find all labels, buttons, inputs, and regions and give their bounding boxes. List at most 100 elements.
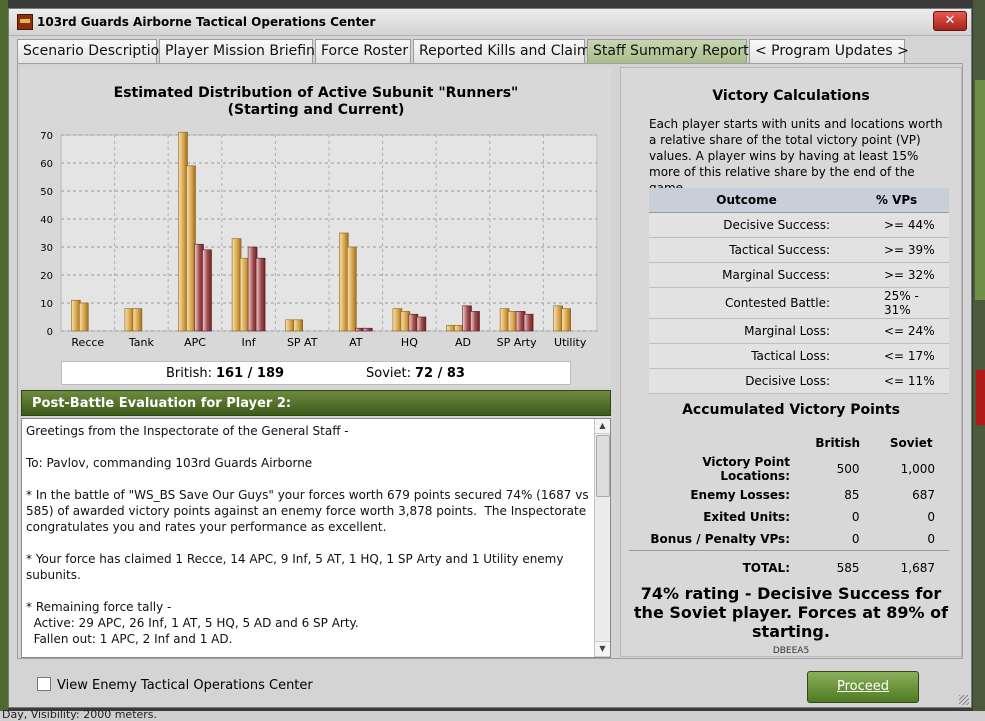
outcome-label: Decisive Loss: [649, 368, 844, 394]
soviet-total-value: 72 / 83 [415, 366, 465, 381]
bar [124, 308, 135, 332]
evaluation-textbox[interactable]: Greetings from the Inspectorate of the G… [21, 418, 611, 658]
app-icon [17, 14, 33, 30]
vp-row-label: Bonus / Penalty VPs: [650, 532, 790, 546]
bar [561, 308, 572, 332]
bar [293, 319, 304, 332]
outcome-label: Marginal Loss: [649, 318, 844, 344]
bar [553, 305, 564, 332]
chart-panel: Estimated Distribution of Active Subunit… [21, 67, 611, 387]
bar [285, 319, 296, 332]
y-tick-label: 10 [40, 299, 53, 310]
tab-staff-summary-report[interactable]: Staff Summary Report [587, 39, 749, 63]
resize-grip-icon[interactable] [959, 695, 969, 705]
evaluation-text: Greetings from the Inspectorate of the G… [26, 424, 589, 646]
bar [454, 325, 464, 332]
tab-scenario-description[interactable]: Scenario Description [17, 39, 168, 63]
window-title: 103rd Guards Airborne Tactical Operation… [37, 15, 376, 29]
british-total-value: 161 / 189 [215, 366, 285, 381]
view-enemy-checkbox[interactable] [37, 677, 51, 691]
background-status: Day, Visibility: 2000 meters. [0, 708, 985, 721]
vp-british: 500 [836, 462, 860, 476]
outcome-row: Tactical Loss: <= 17% [649, 343, 949, 369]
scroll-thumb[interactable] [596, 435, 610, 497]
evaluation-header: Post-Battle Evaluation for Player 2: [21, 390, 611, 416]
accumulated-vp-title: Accumulated Victory Points [682, 402, 900, 418]
outcome-row: Contested Battle: 25% - 31% [649, 287, 949, 319]
bar [354, 327, 365, 332]
background-map-left [0, 0, 8, 721]
y-tick-label: 0 [47, 327, 53, 338]
bar [70, 299, 81, 332]
scroll-up-icon[interactable]: ▲ [595, 419, 610, 434]
soviet-col-header: Soviet [889, 436, 933, 450]
vp-row: Victory Point Locations: 500 1,000 [629, 454, 949, 484]
soviet-total-label: Soviet: [366, 366, 411, 381]
tab-force-roster[interactable]: Force Roster [315, 39, 411, 63]
british-col-header: British [815, 436, 861, 450]
bar [446, 325, 456, 332]
bar [499, 308, 510, 332]
titlebar: 103rd Guards Airborne Tactical Operation… [9, 9, 971, 36]
bar [400, 311, 411, 332]
outcome-label: Decisive Success: [649, 212, 844, 238]
bar [408, 313, 419, 332]
tab-content: Estimated Distribution of Active Subunit… [17, 63, 963, 659]
outcome-vps: >= 39% [844, 237, 949, 263]
bar [338, 232, 349, 332]
x-tick-label: Inf [242, 336, 257, 349]
evaluation-scrollbar[interactable]: ▲ ▼ [594, 419, 610, 657]
background-terrain [975, 80, 985, 300]
victory-panel: Victory Calculations Each player starts … [620, 67, 962, 657]
outcome-vps: >= 44% [844, 212, 949, 238]
vp-soviet: 1,000 [900, 462, 935, 476]
vp-row: Enemy Losses: 85 687 [629, 484, 949, 506]
y-tick-label: 50 [40, 187, 53, 198]
y-tick-label: 20 [40, 271, 53, 282]
bar [392, 308, 403, 332]
soviet-total: Soviet: 72 / 83 [366, 366, 465, 381]
bar [239, 257, 250, 332]
vp-british: 0 [851, 532, 860, 546]
bar-chart: 0 10 20 30 40 50 60 70 Recce Tank APC Inf SP AT AT HQ A… [40, 131, 598, 349]
bar [507, 311, 518, 332]
british-total-label: British: [166, 366, 212, 381]
vp-total-british: 585 [802, 550, 874, 582]
vp-soviet: 687 [912, 488, 935, 502]
vps-col-header: % VPs [844, 188, 949, 213]
outcome-vps: 25% - 31% [844, 287, 949, 319]
outcome-label: Marginal Success: [649, 262, 844, 288]
background-status-text: Day, Visibility: 2000 meters. [2, 708, 158, 721]
vp-header-row: British Soviet [629, 432, 949, 454]
x-tick-label: Recce [71, 336, 104, 349]
outcome-label: Contested Battle: [649, 287, 844, 319]
outcome-row: Decisive Loss: <= 11% [649, 368, 949, 394]
vp-soviet: 0 [927, 510, 935, 524]
report-code: DBEEA5 [772, 646, 810, 656]
close-button[interactable]: ✕ [933, 11, 967, 31]
x-tick-label: Tank [128, 336, 155, 349]
totals-bar: British: 161 / 189 Soviet: 72 / 83 [61, 361, 571, 385]
outcome-header-row: Outcome % VPs [649, 188, 949, 213]
vp-total-label: TOTAL: [629, 550, 802, 582]
bar [231, 238, 242, 332]
victory-outcome-table: Outcome % VPs Decisive Success: >= 44% Ta… [649, 188, 949, 394]
tab-reported-kills[interactable]: Reported Kills and Claims [413, 39, 598, 63]
tab-player-mission-briefing[interactable]: Player Mission Briefing [159, 39, 324, 63]
x-tick-label: SP Arty [497, 336, 537, 349]
bar [132, 308, 143, 332]
tab-program-updates[interactable]: < Program Updates > [749, 39, 909, 63]
vp-row: Bonus / Penalty VPs: 0 0 [629, 528, 949, 551]
victory-description: Each player starts with units and locati… [649, 117, 943, 195]
background-map-right [973, 0, 985, 721]
outcome-label: Tactical Loss: [649, 343, 844, 369]
outcome-row: Marginal Loss: <= 24% [649, 318, 949, 344]
view-enemy-toc-toggle[interactable]: View Enemy Tactical Operations Center [37, 677, 313, 693]
background-marker [976, 370, 985, 425]
scroll-down-icon[interactable]: ▼ [595, 641, 610, 657]
outcome-vps: <= 11% [844, 368, 949, 394]
outcome-vps: <= 24% [844, 318, 949, 344]
x-tick-label: AD [455, 336, 471, 349]
proceed-button[interactable]: Proceed [807, 671, 919, 703]
vp-row-label: Exited Units: [703, 510, 790, 524]
